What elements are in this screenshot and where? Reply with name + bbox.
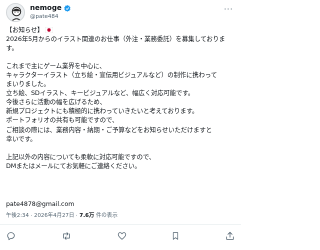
divider <box>0 224 241 225</box>
author-name[interactable]: nemoge <box>30 4 62 13</box>
repost-button[interactable] <box>61 231 75 241</box>
body-line: ポートフォリオの共有も可能ですので、 <box>6 117 119 125</box>
email-text: pate4878@gmail.com <box>6 201 75 208</box>
body-line: 2026年5月からのイラスト関連のお仕事（外注・業務委託）を募集しておりま <box>6 36 226 44</box>
body-line: 幸いです。 <box>6 135 37 143</box>
timestamp[interactable]: 午後2:34 · 2026年4月27日 · <box>6 213 79 219</box>
body-line: 立ち絵、SDイラスト、キービジュアルなど、幅広く対応可能です。 <box>6 90 195 98</box>
share-button[interactable] <box>225 231 235 241</box>
heart-icon <box>117 232 126 240</box>
avatar-image <box>7 4 24 21</box>
body-line: ご相談の際には、業務内容・納期・ご予算などをお知らせいただけますと <box>6 126 213 134</box>
post-body: 【お知らせ】 2026年5月からのイラスト関連のお仕事（外注・業務委託）を募集し… <box>6 26 238 171</box>
views-count: 7.6万 <box>79 213 95 219</box>
like-button[interactable] <box>117 231 130 241</box>
body-line: 上記以外の内容についても柔軟に対応可能ですので、 <box>6 153 156 161</box>
more-options-icon[interactable]: ··· <box>224 6 233 14</box>
reply-icon <box>7 232 15 241</box>
body-line: す。 <box>6 45 18 53</box>
reply-button[interactable] <box>6 231 19 241</box>
bookmark-button[interactable] <box>171 231 183 241</box>
body-line <box>6 53 238 62</box>
body-line: キャラクターイラスト（立ち絵・宣伝用ビジュアルなど）の制作に携わって <box>6 72 218 80</box>
post-header: nemoge @pate484 ··· <box>6 3 235 23</box>
author-block: nemoge @pate484 <box>30 4 71 21</box>
avatar[interactable] <box>6 3 25 22</box>
body-line: まいりました。 <box>6 81 50 89</box>
author-handle[interactable]: @pate484 <box>30 13 71 21</box>
body-line: 【お知らせ】 <box>6 26 238 35</box>
body-line: 新規プロジェクトにも積極的に携わっていきたいと考えております。 <box>6 108 199 116</box>
share-icon <box>226 231 234 240</box>
repost-icon <box>62 232 70 240</box>
bookmark-icon <box>173 232 179 240</box>
body-line: DMまたはメールにてお気軽にご連絡ください。 <box>6 162 141 170</box>
action-bar <box>6 229 235 243</box>
views-label: 件の表示 <box>94 213 118 219</box>
body-line <box>6 144 238 153</box>
body-line: 今後さらに活動の幅を広げるため、 <box>6 99 106 107</box>
post-meta: 午後2:34 · 2026年4月27日 · 7.6万 件の表示 <box>6 212 118 220</box>
verified-badge-icon <box>63 5 71 12</box>
body-line: これまで主にゲーム業界を中心に、 <box>6 63 106 71</box>
